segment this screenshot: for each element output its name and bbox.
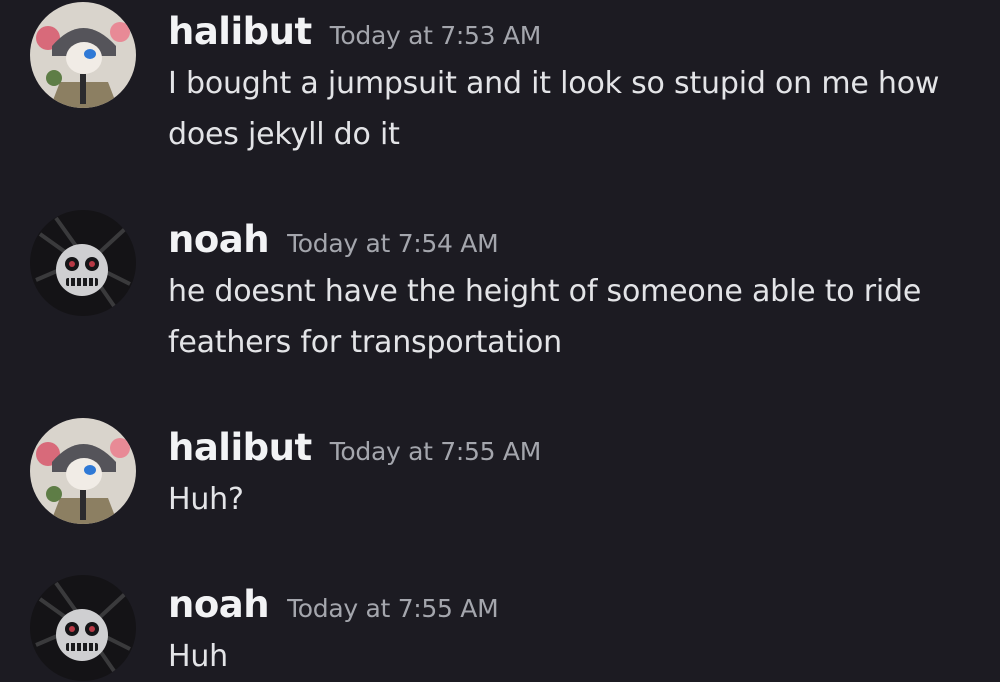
username[interactable]: halibut: [168, 10, 312, 53]
message-text: Huh: [168, 639, 228, 674]
timestamp[interactable]: Today at 7:55 AM: [287, 594, 499, 623]
halibut-avatar-icon[interactable]: [30, 418, 136, 524]
message-header: halibut Today at 7:55 AM: [168, 426, 541, 469]
message-header: noah Today at 7:54 AM: [168, 218, 499, 261]
message-text: Huh?: [168, 482, 244, 517]
username[interactable]: noah: [168, 583, 270, 626]
noah-avatar-icon[interactable]: [30, 575, 136, 681]
message-header: halibut Today at 7:53 AM: [168, 10, 541, 53]
username[interactable]: noah: [168, 218, 270, 261]
noah-avatar-icon[interactable]: [30, 210, 136, 316]
timestamp[interactable]: Today at 7:55 AM: [330, 437, 542, 466]
timestamp[interactable]: Today at 7:53 AM: [330, 21, 542, 50]
halibut-avatar-icon[interactable]: [30, 2, 136, 108]
message-text: I bought a jumpsuit and it look so stupi…: [168, 66, 940, 152]
message-header: noah Today at 7:55 AM: [168, 583, 499, 626]
username[interactable]: halibut: [168, 426, 312, 469]
message-text: he doesnt have the height of someone abl…: [168, 274, 922, 360]
timestamp[interactable]: Today at 7:54 AM: [287, 229, 499, 258]
